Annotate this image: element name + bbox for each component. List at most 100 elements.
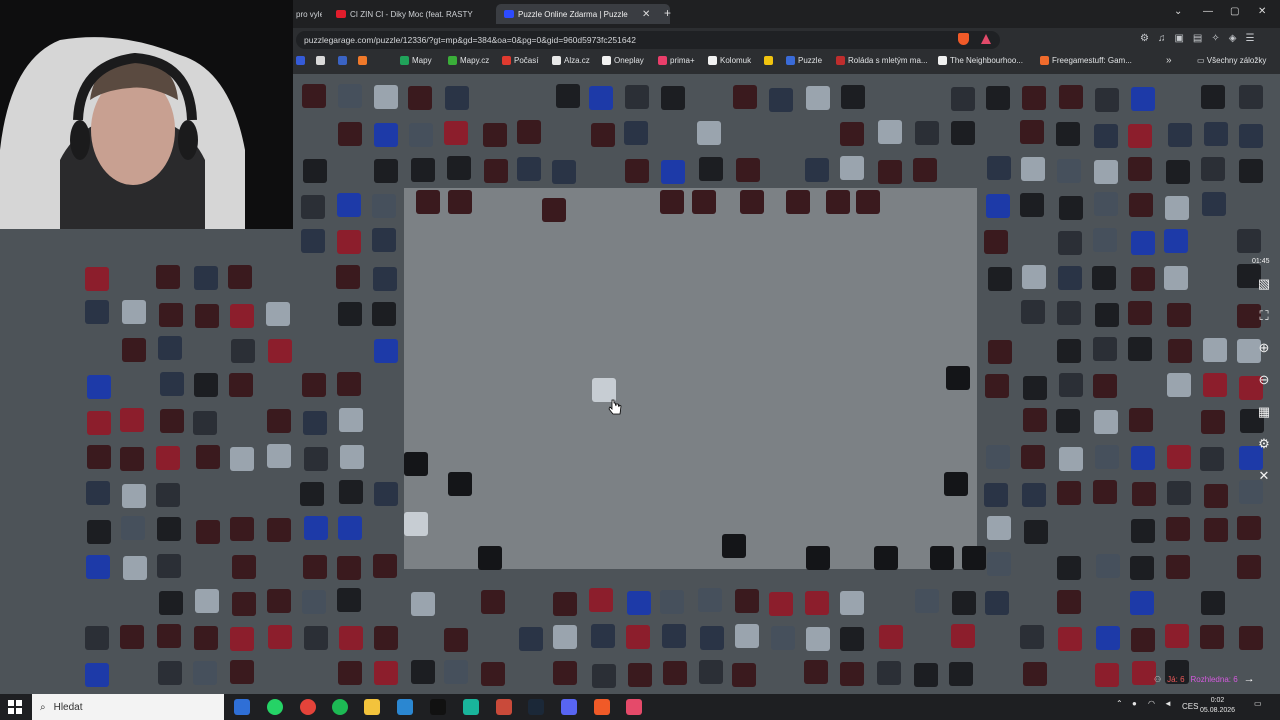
puzzle-piece[interactable] — [1166, 160, 1190, 184]
puzzle-piece[interactable] — [416, 190, 440, 214]
puzzle-piece[interactable] — [374, 123, 398, 147]
puzzle-piece[interactable] — [1058, 627, 1082, 651]
puzzle-piece[interactable] — [1204, 518, 1228, 542]
discord-icon[interactable] — [561, 699, 577, 715]
puzzle-piece[interactable] — [946, 366, 970, 390]
puzzle-piece[interactable] — [589, 86, 613, 110]
puzzle-piece[interactable] — [1021, 445, 1045, 469]
puzzle-piece[interactable] — [840, 591, 864, 615]
puzzle-piece[interactable] — [373, 554, 397, 578]
puzzle-piece[interactable] — [986, 194, 1010, 218]
puzzle-piece[interactable] — [806, 86, 830, 110]
puzzle-piece[interactable] — [840, 627, 864, 651]
puzzle-piece[interactable] — [914, 663, 938, 687]
puzzle-piece[interactable] — [625, 159, 649, 183]
puzzle-piece[interactable] — [1131, 87, 1155, 111]
puzzle-piece[interactable] — [951, 87, 975, 111]
puzzle-piece[interactable] — [660, 590, 684, 614]
chrome-icon[interactable] — [300, 699, 316, 715]
puzzle-piece[interactable] — [267, 444, 291, 468]
puzzle-piece[interactable] — [1166, 555, 1190, 579]
puzzle-piece[interactable] — [157, 624, 181, 648]
puzzle-piece[interactable] — [1202, 192, 1226, 216]
puzzle-piece[interactable] — [300, 482, 324, 506]
puzzle-piece[interactable] — [231, 339, 255, 363]
puzzle-piece[interactable] — [232, 555, 256, 579]
puzzle-piece[interactable] — [1021, 157, 1045, 181]
puzzle-piece[interactable] — [856, 190, 880, 214]
puzzle-piece[interactable] — [228, 265, 252, 289]
puzzle-piece[interactable] — [1201, 410, 1225, 434]
puzzle-piece[interactable] — [483, 123, 507, 147]
puzzle-piece[interactable] — [339, 480, 363, 504]
puzzle-piece[interactable] — [1201, 591, 1225, 615]
puzzle-piece[interactable] — [445, 86, 469, 110]
puzzle-piece[interactable] — [230, 447, 254, 471]
puzzle-piece[interactable] — [826, 190, 850, 214]
puzzle-piece[interactable] — [232, 592, 256, 616]
puzzle-piece[interactable] — [195, 304, 219, 328]
puzzle-piece[interactable] — [160, 409, 184, 433]
puzzle-piece[interactable] — [553, 661, 577, 685]
notification-icon[interactable]: ▭ — [1254, 699, 1262, 708]
puzzle-piece[interactable] — [1167, 373, 1191, 397]
puzzle-piece[interactable] — [1201, 157, 1225, 181]
puzzle-piece[interactable] — [411, 592, 435, 616]
puzzle-piece[interactable] — [87, 375, 111, 399]
puzzle-piece[interactable] — [86, 555, 110, 579]
puzzle-piece[interactable] — [85, 300, 109, 324]
puzzle-piece[interactable] — [1132, 661, 1156, 685]
puzzle-piece[interactable] — [1131, 446, 1155, 470]
zoom-out-icon[interactable]: ⊖ — [1256, 372, 1272, 388]
puzzle-piece[interactable] — [879, 625, 903, 649]
puzzle-piece[interactable] — [1056, 122, 1080, 146]
puzzle-piece[interactable] — [196, 445, 220, 469]
puzzle-piece[interactable] — [1200, 447, 1224, 471]
puzzle-piece[interactable] — [87, 520, 111, 544]
puzzle-piece[interactable] — [627, 591, 651, 615]
taskbar-clock[interactable]: 0:02 05.08.2026 — [1200, 696, 1235, 716]
puzzle-piece[interactable] — [944, 472, 968, 496]
puzzle-piece[interactable] — [372, 228, 396, 252]
puzzle-piece[interactable] — [878, 120, 902, 144]
puzzle-piece[interactable] — [122, 300, 146, 324]
puzzle-piece[interactable] — [841, 85, 865, 109]
puzzle-piece[interactable] — [1022, 483, 1046, 507]
puzzle-piece[interactable] — [988, 340, 1012, 364]
puzzle-piece[interactable] — [372, 194, 396, 218]
puzzle-piece[interactable] — [411, 158, 435, 182]
puzzle-piece[interactable] — [733, 85, 757, 109]
puzzle-piece[interactable] — [626, 625, 650, 649]
puzzle-piece[interactable] — [1128, 157, 1152, 181]
puzzle-piece[interactable] — [1021, 300, 1045, 324]
puzzle-piece[interactable] — [301, 229, 325, 253]
puzzle-piece[interactable] — [338, 661, 362, 685]
puzzle-piece[interactable] — [1059, 447, 1083, 471]
puzzle-piece[interactable] — [1128, 124, 1152, 148]
puzzle-piece[interactable] — [157, 554, 181, 578]
puzzle-piece[interactable] — [625, 85, 649, 109]
puzzle-piece[interactable] — [692, 190, 716, 214]
puzzle-piece[interactable] — [913, 158, 937, 182]
app-icon[interactable] — [397, 699, 413, 715]
puzzle-piece[interactable] — [1168, 339, 1192, 363]
tray-chevron-icon[interactable]: ⌃ — [1116, 699, 1123, 708]
puzzle-piece[interactable] — [1130, 591, 1154, 615]
puzzle-piece[interactable] — [661, 86, 685, 110]
puzzle-piece[interactable] — [987, 156, 1011, 180]
puzzle-piece[interactable] — [985, 374, 1009, 398]
puzzle-piece[interactable] — [1022, 86, 1046, 110]
puzzle-piece[interactable] — [952, 591, 976, 615]
puzzle-piece[interactable] — [411, 660, 435, 684]
puzzle-piece[interactable] — [339, 626, 363, 650]
puzzle-piece[interactable] — [769, 88, 793, 112]
puzzle-piece[interactable] — [444, 628, 468, 652]
puzzle-piece[interactable] — [374, 339, 398, 363]
puzzle-piece[interactable] — [303, 411, 327, 435]
puzzle-piece[interactable] — [1200, 625, 1224, 649]
puzzle-piece[interactable] — [624, 121, 648, 145]
puzzle-piece[interactable] — [1023, 408, 1047, 432]
puzzle-piece[interactable] — [267, 409, 291, 433]
puzzle-piece[interactable] — [1059, 373, 1083, 397]
puzzle-piece[interactable] — [123, 556, 147, 580]
